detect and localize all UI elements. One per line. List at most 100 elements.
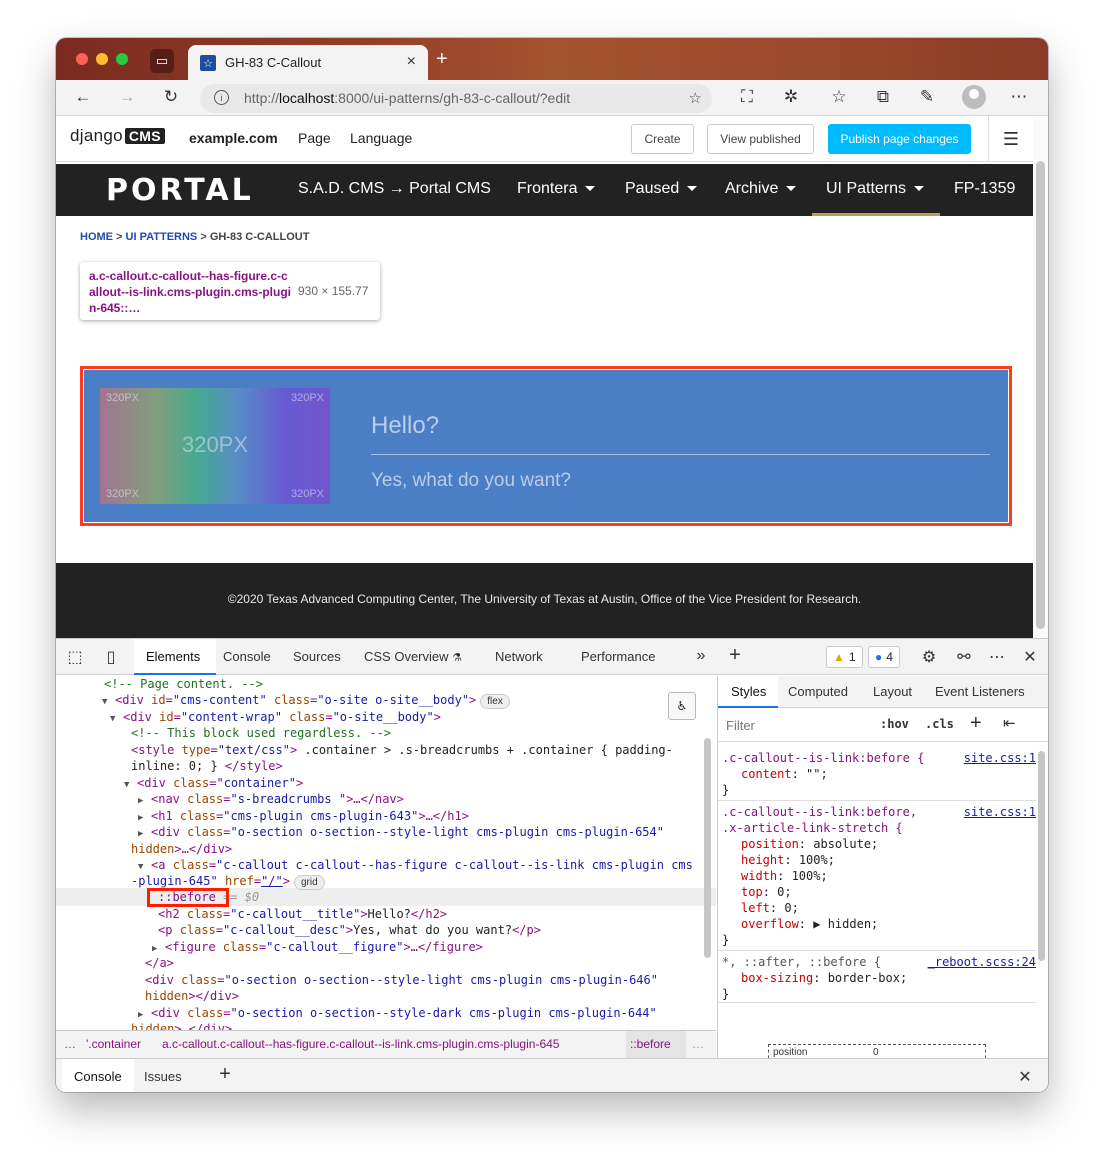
prop-value[interactable]: border-box; bbox=[828, 971, 907, 985]
forward-icon[interactable]: → bbox=[116, 87, 138, 107]
hov-toggle[interactable]: :hov bbox=[880, 717, 909, 731]
portal-logo[interactable]: PORTAL bbox=[106, 173, 254, 208]
dom-node-comment-block[interactable]: <!-- This block used regardless. --> bbox=[131, 725, 391, 741]
prop-name[interactable]: width bbox=[741, 869, 777, 883]
prop-name[interactable]: content bbox=[741, 767, 792, 781]
profile-avatar[interactable] bbox=[962, 85, 986, 109]
feedback-icon[interactable]: ✎ bbox=[916, 87, 938, 107]
site-info-icon[interactable]: i bbox=[214, 90, 229, 105]
grid-badge[interactable]: grid bbox=[294, 875, 325, 890]
nav-item-archive[interactable]: Archive bbox=[725, 180, 797, 198]
connections-icon[interactable]: ⚯ bbox=[953, 647, 975, 667]
cms-page-menu[interactable]: Page bbox=[298, 130, 331, 146]
create-button[interactable]: Create bbox=[631, 124, 694, 154]
address-bar[interactable]: i http://localhost:8000/ui-patterns/gh-8… bbox=[200, 84, 712, 113]
device-toolbar-icon[interactable]: ▯ bbox=[100, 647, 122, 667]
extensions-icon[interactable]: ✲ bbox=[780, 87, 802, 107]
minimize-window-button[interactable] bbox=[96, 53, 108, 65]
styles-filter-input[interactable] bbox=[722, 713, 867, 737]
expand-triangle-icon[interactable]: ▶ bbox=[138, 793, 147, 809]
expand-triangle-icon[interactable]: ▼ bbox=[110, 711, 119, 727]
more-menu-icon[interactable]: ⋯ bbox=[1008, 87, 1030, 107]
crumb-callout-link[interactable]: a.c-callout.c-callout--has-figure.c-call… bbox=[162, 1037, 559, 1051]
dom-node-comment[interactable]: <!-- Page content. --> bbox=[104, 676, 263, 692]
cms-language-menu[interactable]: Language bbox=[350, 130, 412, 146]
structure-toggle-icon[interactable]: ☰ bbox=[988, 116, 1033, 162]
cms-site-menu[interactable]: example.com bbox=[189, 130, 278, 146]
new-tab-icon[interactable]: + bbox=[436, 49, 448, 69]
add-tab-icon[interactable]: + bbox=[724, 644, 746, 667]
url-text[interactable]: http://localhost:8000/ui-patterns/gh-83-… bbox=[244, 90, 570, 106]
page-scrollbar[interactable] bbox=[1033, 116, 1048, 638]
expand-triangle-icon[interactable]: ▼ bbox=[102, 694, 111, 710]
crumb-ellipsis[interactable]: … bbox=[64, 1037, 76, 1051]
tab-network[interactable]: Network bbox=[495, 649, 543, 664]
new-style-rule-icon[interactable]: + bbox=[970, 712, 982, 735]
nav-item-ui-patterns[interactable]: UI Patterns bbox=[826, 180, 925, 198]
prop-name[interactable]: overflow bbox=[741, 917, 799, 931]
flex-badge[interactable]: flex bbox=[480, 694, 510, 709]
dom-node-cms-content[interactable]: ▼ <div id="cms-content" class="o-site o-s… bbox=[102, 692, 510, 710]
prop-value[interactable]: 0; bbox=[784, 901, 798, 915]
prop-name[interactable]: position bbox=[741, 837, 799, 851]
prop-name[interactable]: left bbox=[741, 901, 770, 915]
box-model-diagram[interactable]: position 0 bbox=[768, 1044, 986, 1058]
tab-css-overview[interactable]: CSS Overview ⚗ bbox=[364, 649, 462, 664]
prop-value[interactable]: absolute; bbox=[813, 837, 878, 851]
favorites-icon[interactable]: ☆ bbox=[828, 87, 850, 107]
dom-node-section-644-cont[interactable]: hidden>…</div> bbox=[131, 1021, 232, 1030]
page-scrollbar-thumb[interactable] bbox=[1036, 161, 1045, 629]
dom-node-style[interactable]: <style type="text/css"> .container > .s-… bbox=[131, 742, 673, 758]
dom-node-section-646[interactable]: <div class="o-section o-section--style-l… bbox=[145, 972, 658, 988]
dom-node-nav[interactable]: ▶ <nav class="s-breadcrumbs ">…</nav> bbox=[138, 791, 404, 809]
dom-node-figure[interactable]: ▶ <figure class="c-callout__figure">…</fi… bbox=[152, 939, 483, 957]
prop-name[interactable]: top bbox=[741, 885, 763, 899]
prop-value[interactable]: 100%; bbox=[799, 853, 835, 867]
prop-name[interactable]: box-sizing bbox=[741, 971, 813, 985]
tab-performance[interactable]: Performance bbox=[581, 649, 655, 664]
tab-event-listeners[interactable]: Event Listeners bbox=[935, 684, 1025, 699]
crumb-more[interactable]: … bbox=[692, 1037, 704, 1051]
messages-badge[interactable]: ● 4 bbox=[868, 646, 900, 668]
styles-scrollbar[interactable] bbox=[1038, 751, 1045, 961]
expand-triangle-icon[interactable]: ▼ bbox=[124, 777, 133, 793]
tab-actions-icon[interactable]: ▭ bbox=[150, 49, 174, 73]
tab-elements[interactable]: Elements bbox=[134, 639, 216, 675]
prop-value[interactable]: 0; bbox=[777, 885, 791, 899]
prop-value[interactable]: ▶ hidden; bbox=[813, 917, 878, 931]
tab-computed[interactable]: Computed bbox=[788, 684, 848, 699]
close-window-button[interactable] bbox=[76, 53, 88, 65]
devtools-menu-icon[interactable]: ⋯ bbox=[986, 647, 1008, 667]
rule-source-link[interactable]: site.css:1 bbox=[964, 804, 1036, 820]
crumb-before[interactable]: ::before bbox=[626, 1031, 686, 1058]
warnings-badge[interactable]: ▲ 1 bbox=[826, 646, 863, 668]
settings-gear-icon[interactable]: ⚙ bbox=[918, 647, 940, 667]
inspect-element-icon[interactable]: ⬚ bbox=[64, 647, 86, 667]
screenshot-icon[interactable]: ⛶ bbox=[736, 87, 758, 107]
dom-node-section-654[interactable]: ▶ <div class="o-section o-section--style-… bbox=[138, 824, 664, 842]
tab-console[interactable]: Console bbox=[223, 649, 271, 664]
tab-close-icon[interactable]: × bbox=[407, 53, 416, 71]
toggle-sidebar-icon[interactable]: ⇤ bbox=[1003, 714, 1016, 732]
prop-value[interactable]: ""; bbox=[806, 767, 828, 781]
nav-item-frontera[interactable]: Frontera bbox=[517, 180, 596, 198]
expand-triangle-icon[interactable]: ▶ bbox=[138, 826, 147, 842]
nav-item-sad-cms[interactable]: S.A.D. CMS → Portal CMS bbox=[298, 180, 491, 198]
accessibility-tree-icon[interactable]: ♿ bbox=[668, 692, 696, 720]
tab-layout[interactable]: Layout bbox=[873, 684, 912, 699]
close-devtools-icon[interactable]: ✕ bbox=[1019, 647, 1041, 667]
drawer-tab-console[interactable]: Console bbox=[62, 1059, 134, 1092]
collections-icon[interactable]: ⧉ bbox=[872, 87, 894, 107]
more-tabs-icon[interactable]: » bbox=[690, 647, 712, 665]
add-favorite-icon[interactable]: ☆ bbox=[689, 89, 702, 107]
dom-node-style-cont[interactable]: inline: 0; } </style> bbox=[131, 758, 283, 774]
prop-value[interactable]: 100%; bbox=[792, 869, 828, 883]
nav-item-paused[interactable]: Paused bbox=[625, 180, 698, 198]
cls-toggle[interactable]: .cls bbox=[925, 717, 954, 731]
prop-name[interactable]: height bbox=[741, 853, 784, 867]
django-cms-logo[interactable]: django CMS bbox=[70, 126, 165, 146]
dom-scrollbar[interactable] bbox=[704, 738, 711, 958]
publish-page-changes-button[interactable]: Publish page changes bbox=[828, 124, 971, 154]
dom-node-a-close[interactable]: </a> bbox=[145, 955, 174, 971]
crumb-container[interactable]: '.container bbox=[86, 1037, 141, 1051]
